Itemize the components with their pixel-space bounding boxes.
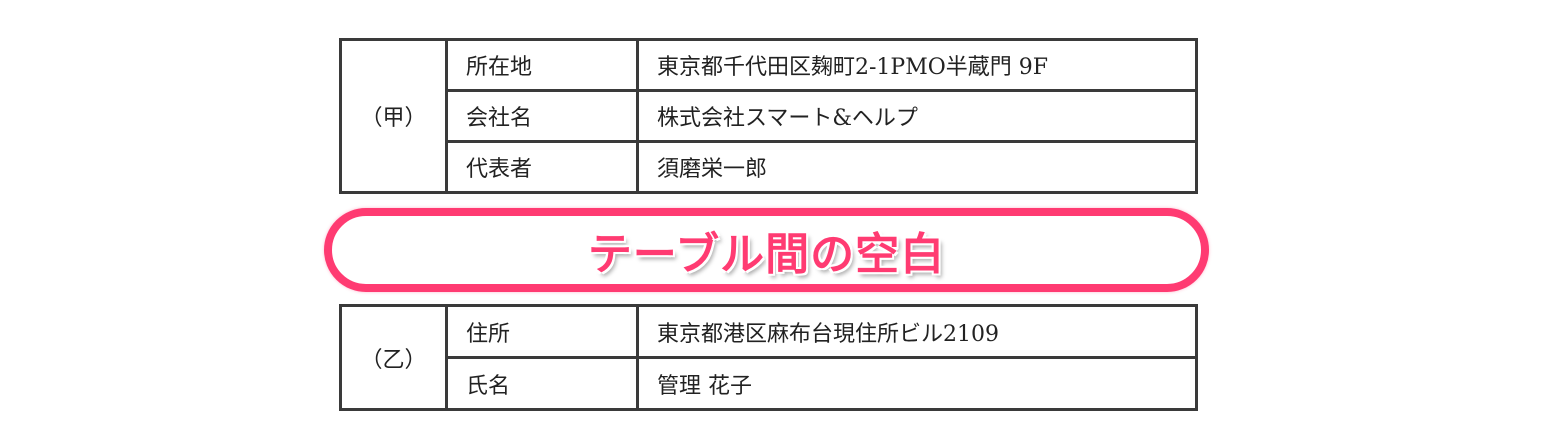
address-label: 住所 bbox=[445, 304, 639, 359]
name-value: 管理 花子 bbox=[636, 356, 1198, 411]
table-row: 氏名 管理 花子 bbox=[341, 356, 1198, 411]
table-row: 会社名 株式会社スマート&ヘルプ bbox=[341, 89, 1198, 143]
party-b-table: （乙） 住所 東京都港区麻布台現住所ビル2109 氏名 管理 花子 bbox=[339, 304, 1198, 411]
table-row: 代表者 須磨栄一郎 bbox=[341, 140, 1198, 194]
name-label: 氏名 bbox=[445, 356, 639, 411]
spacing-callout-text: テーブル間の空白 bbox=[587, 229, 946, 280]
address-value: 東京都港区麻布台現住所ビル2109 bbox=[636, 304, 1198, 359]
representative-label: 代表者 bbox=[445, 140, 639, 194]
table-row: （乙） 住所 東京都港区麻布台現住所ビル2109 bbox=[339, 304, 1198, 411]
address-value: 東京都千代田区麹町2-1PMO半蔵門 9F bbox=[636, 38, 1198, 92]
table-row: （甲） 所在地 東京都千代田区麹町2-1PMO半蔵門 9F bbox=[339, 38, 1198, 194]
spacing-callout: テーブル間の空白 bbox=[324, 208, 1209, 292]
company-name-value: 株式会社スマート&ヘルプ bbox=[636, 89, 1198, 143]
party-b-label: （乙） bbox=[339, 304, 448, 411]
party-a-table: （甲） 所在地 東京都千代田区麹町2-1PMO半蔵門 9F 会社名 株式会社スマ… bbox=[339, 38, 1198, 194]
company-name-label: 会社名 bbox=[445, 89, 639, 143]
party-a-label: （甲） bbox=[339, 38, 448, 194]
representative-value: 須磨栄一郎 bbox=[636, 140, 1198, 194]
address-label: 所在地 bbox=[445, 38, 639, 92]
